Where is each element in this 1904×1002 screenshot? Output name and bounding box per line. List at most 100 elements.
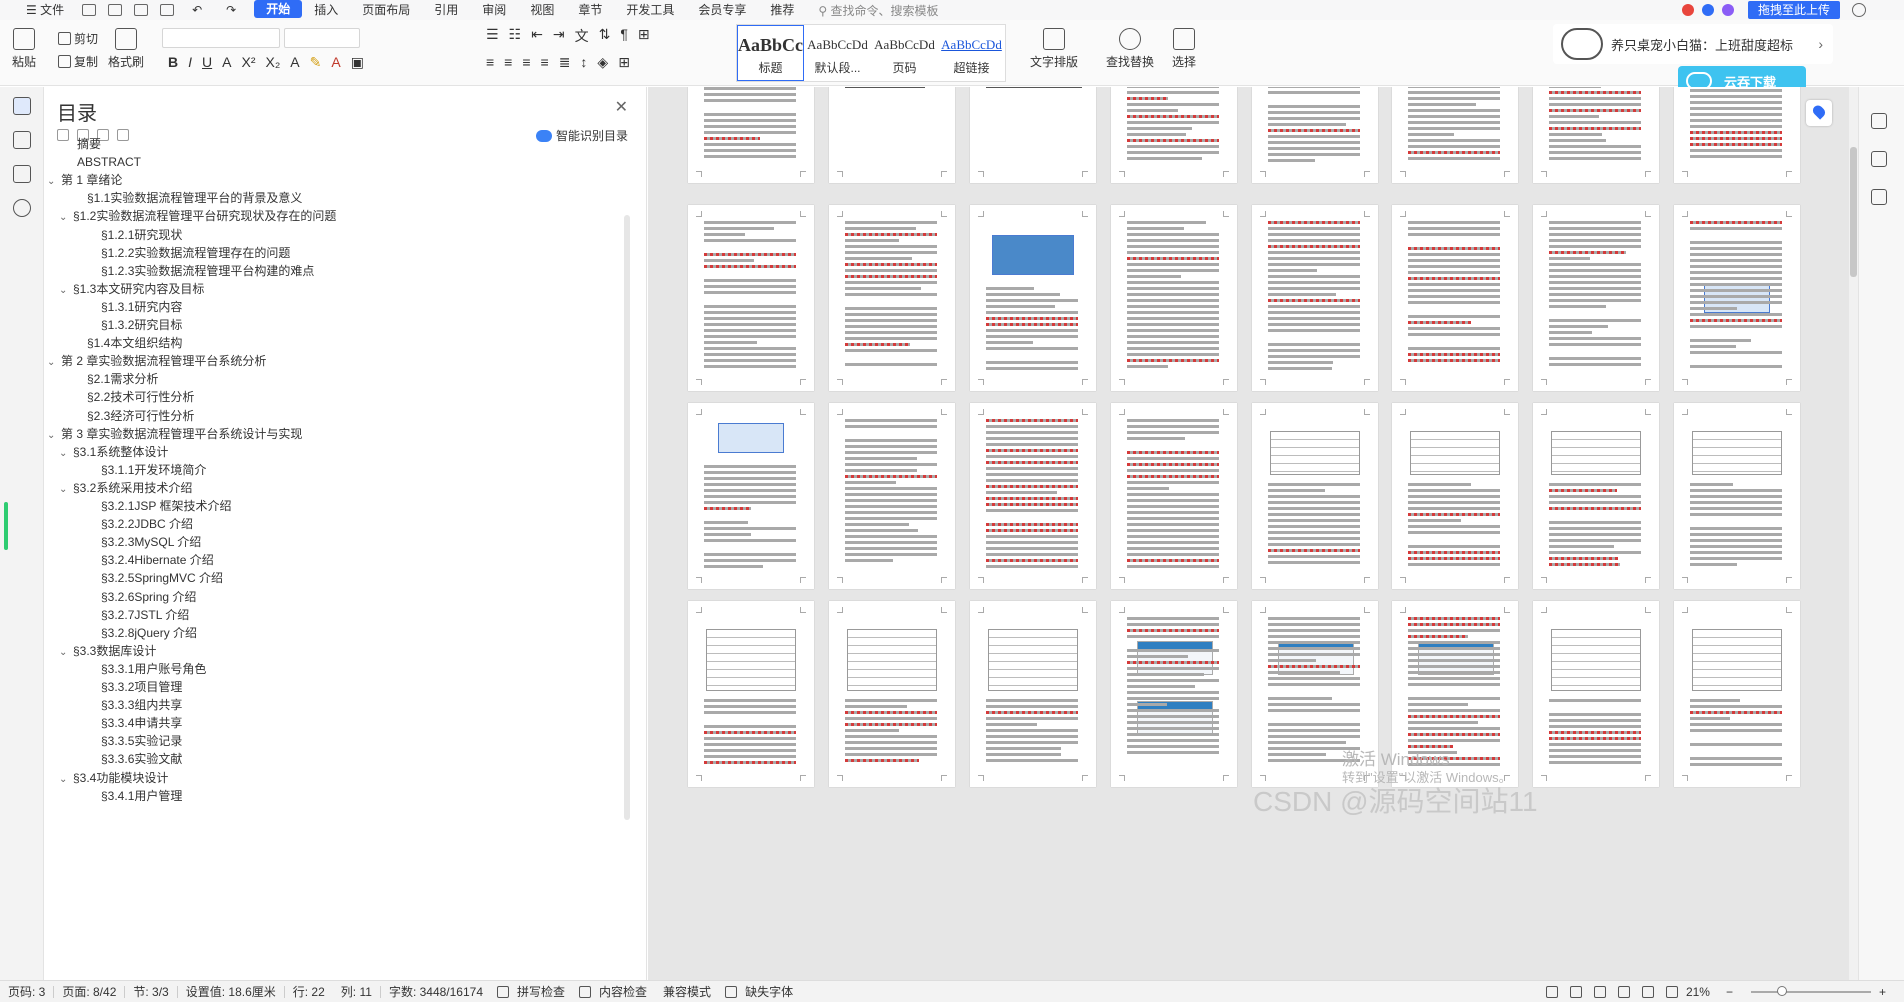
- sort-icon[interactable]: ⇅: [599, 26, 611, 46]
- clear-format-icon[interactable]: A: [290, 54, 299, 71]
- table-border-icon[interactable]: ⊞: [638, 26, 650, 46]
- select-button[interactable]: 选择: [1172, 28, 1196, 70]
- setting-value[interactable]: 设置值: 18.6厘米: [178, 983, 284, 1000]
- toc-item[interactable]: §3.3.1用户账号角色: [87, 660, 206, 678]
- text-layout-button[interactable]: 文字排版: [1030, 28, 1078, 70]
- toc-nav-icon[interactable]: [13, 97, 31, 115]
- page-thumbnail[interactable]: [829, 601, 955, 787]
- toc-item[interactable]: §3.1.1开发环境简介: [87, 461, 206, 479]
- toc-item[interactable]: ⌄ §3.2系统采用技术介绍: [59, 479, 192, 497]
- location-pin-icon[interactable]: [1806, 100, 1832, 126]
- chevron-down-icon[interactable]: ⌄: [59, 644, 73, 662]
- toc-item[interactable]: §3.3.4申请共享: [87, 714, 182, 732]
- tab-0[interactable]: 开始: [254, 0, 303, 18]
- toc-item[interactable]: 摘要: [63, 135, 101, 153]
- distributed-icon[interactable]: ≣: [559, 54, 571, 71]
- chevron-down-icon[interactable]: ⌄: [59, 771, 73, 789]
- tab-2[interactable]: 页面布局: [350, 0, 422, 20]
- tab-3[interactable]: 引用: [422, 0, 470, 20]
- toc-item[interactable]: §2.3经济可行性分析: [73, 407, 194, 425]
- spell-check-icon[interactable]: [497, 985, 510, 998]
- font-color-icon[interactable]: A: [331, 54, 340, 71]
- bullet-list-icon[interactable]: ☰: [486, 26, 499, 46]
- bold-icon[interactable]: B: [168, 54, 178, 71]
- panel-resize-handle[interactable]: [4, 502, 8, 550]
- toc-item[interactable]: §1.3.1研究内容: [87, 298, 182, 316]
- tab-8[interactable]: 会员专享: [686, 0, 758, 20]
- toc-item[interactable]: §2.2技术可行性分析: [73, 388, 194, 406]
- side-tool-icon[interactable]: [1871, 113, 1887, 129]
- word-count[interactable]: 字数: 3448/16174: [381, 983, 491, 1000]
- tab-4[interactable]: 审阅: [470, 0, 518, 20]
- page-thumbnail[interactable]: [1674, 403, 1800, 589]
- page-thumbnail[interactable]: [970, 205, 1096, 391]
- toc-item[interactable]: §1.2.1研究现状: [87, 226, 182, 244]
- chapter-nav-icon[interactable]: [13, 131, 31, 149]
- toc-item[interactable]: §1.1实验数据流程管理平台的背景及意义: [73, 189, 302, 207]
- print-icon[interactable]: [134, 4, 149, 16]
- page-thumbnail[interactable]: [1111, 403, 1237, 589]
- chevron-down-icon[interactable]: ⌄: [59, 445, 73, 463]
- find-replace-button[interactable]: 查找替换: [1106, 28, 1154, 70]
- underline-icon[interactable]: U: [202, 54, 212, 71]
- page-thumbnail[interactable]: [1252, 87, 1378, 183]
- zoom-out-icon[interactable]: −: [1718, 985, 1741, 999]
- toc-item[interactable]: §1.2.3实验数据流程管理平台构建的难点: [87, 262, 314, 280]
- toc-item[interactable]: §1.3.2研究目标: [87, 316, 182, 334]
- toc-item[interactable]: ⌄ §3.1系统整体设计: [59, 443, 168, 461]
- zoom-slider[interactable]: [1750, 985, 1871, 996]
- chinese-layout-icon[interactable]: 文: [575, 26, 589, 46]
- chevron-down-icon[interactable]: ⌄: [59, 481, 73, 499]
- italic-icon[interactable]: I: [188, 54, 192, 71]
- document-scrollbar[interactable]: [1849, 87, 1858, 980]
- document-canvas[interactable]: [648, 87, 1858, 980]
- page-thumbnail[interactable]: [688, 601, 814, 787]
- page-thumbnail[interactable]: [1252, 403, 1378, 589]
- toc-item[interactable]: ⌄ 第 2 章实验数据流程管理平台系统分析: [47, 352, 266, 370]
- scroll-thumb[interactable]: [1850, 147, 1857, 277]
- tab-7[interactable]: 开发工具: [614, 0, 686, 20]
- page-thumbnail[interactable]: [688, 403, 814, 589]
- style-2[interactable]: AaBbCcDd 页码: [871, 25, 938, 81]
- read-view-icon[interactable]: [1617, 985, 1630, 998]
- section-count[interactable]: 节: 3/3: [125, 983, 176, 1000]
- toc-item[interactable]: §3.2.7JSTL 介绍: [87, 606, 189, 624]
- command-search[interactable]: ⚲ 查找命令、搜索模板: [818, 2, 938, 19]
- page-thumbnail[interactable]: [1111, 601, 1237, 787]
- tab-5[interactable]: 视图: [518, 0, 566, 20]
- page-thumbnail[interactable]: [1674, 87, 1800, 183]
- toc-item[interactable]: ⌄ 第 3 章实验数据流程管理平台系统设计与实现: [47, 425, 302, 443]
- copy-button[interactable]: 复制: [58, 53, 98, 70]
- pen-icon[interactable]: [1665, 985, 1678, 998]
- page-thumbnail[interactable]: [1533, 403, 1659, 589]
- export-icon[interactable]: [108, 4, 123, 16]
- toc-item[interactable]: ⌄ §1.2实验数据流程管理平台研究现状及存在的问题: [59, 207, 336, 225]
- toc-item[interactable]: §3.2.8jQuery 介绍: [87, 624, 197, 642]
- page-thumbnail[interactable]: [1392, 403, 1518, 589]
- page-thumbnail[interactable]: [688, 205, 814, 391]
- chevron-down-icon[interactable]: ⌄: [47, 354, 61, 372]
- preview-icon[interactable]: [160, 4, 175, 16]
- indent-icon[interactable]: ⇥: [553, 26, 565, 46]
- char-border-icon[interactable]: ▣: [351, 54, 364, 71]
- page-count[interactable]: 页面: 8/42: [54, 983, 124, 1000]
- outdent-icon[interactable]: ⇤: [531, 26, 543, 46]
- tab-6[interactable]: 章节: [566, 0, 614, 20]
- side-comment-icon[interactable]: [1871, 189, 1887, 205]
- paste-button[interactable]: 粘贴: [12, 28, 36, 70]
- toc-item[interactable]: §3.2.6Spring 介绍: [87, 588, 196, 606]
- notice-banner[interactable]: 养只桌宠小白猫：上班甜度超标 ›: [1553, 24, 1833, 64]
- show-marks-icon[interactable]: ¶: [620, 26, 628, 46]
- page-thumbnail[interactable]: [1252, 205, 1378, 391]
- toc-item[interactable]: §3.2.5SpringMVC 介绍: [87, 569, 223, 587]
- web-view-icon[interactable]: [1641, 985, 1654, 998]
- missing-font-button[interactable]: 缺失字体: [737, 983, 801, 1000]
- toc-item[interactable]: §2.1需求分析: [73, 370, 158, 388]
- save-icon[interactable]: [82, 4, 97, 16]
- page-thumbnail[interactable]: [1533, 87, 1659, 183]
- zoom-in-icon[interactable]: +: [1871, 985, 1894, 999]
- page-thumbnail[interactable]: [829, 205, 955, 391]
- toc-item[interactable]: §3.3.5实验记录: [87, 732, 182, 750]
- outline-view-icon[interactable]: [1593, 985, 1606, 998]
- toc-item[interactable]: ⌄ §3.4功能模块设计: [59, 769, 168, 787]
